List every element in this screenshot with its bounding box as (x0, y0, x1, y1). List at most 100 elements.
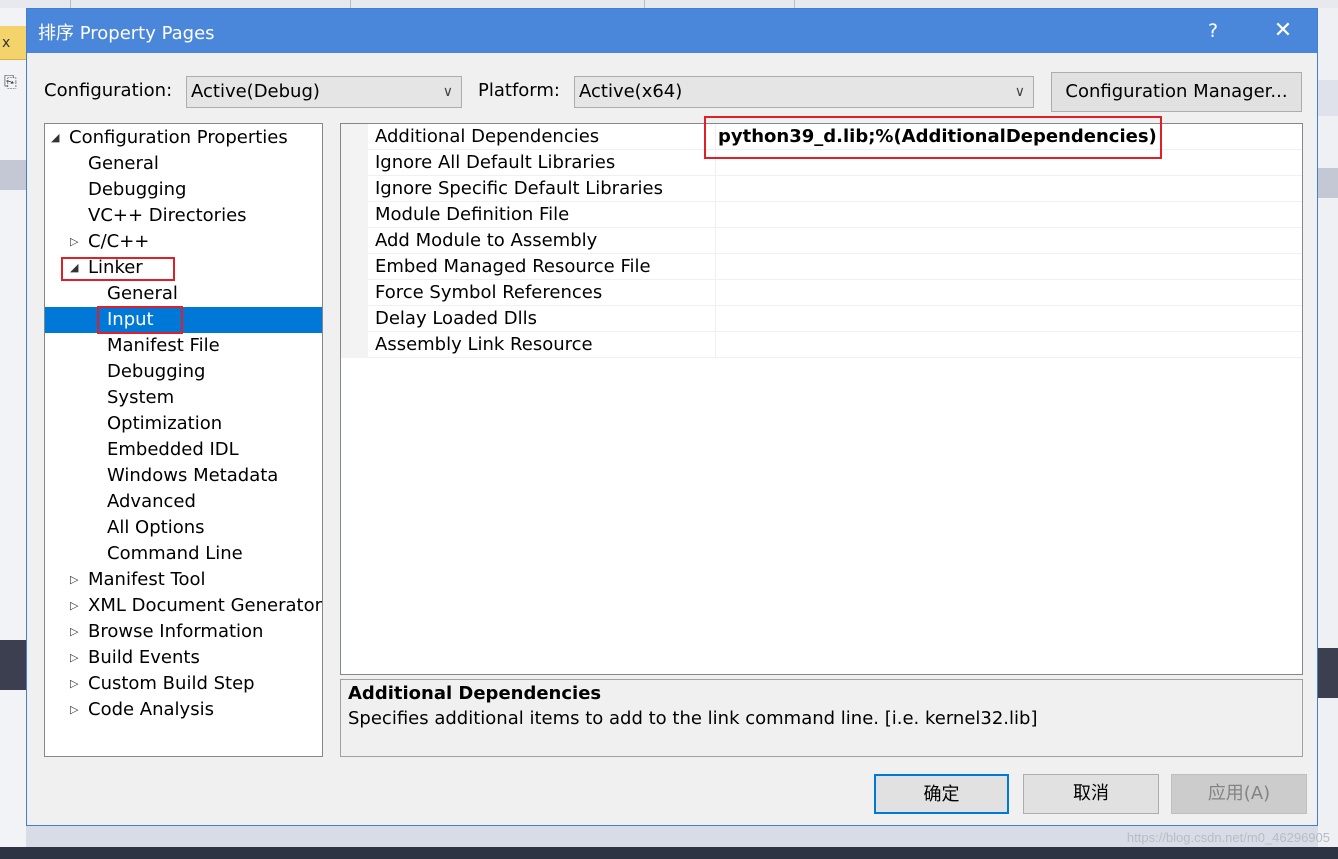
tree-item-embedded-idl[interactable]: Embedded IDL (45, 437, 322, 463)
property-value[interactable] (715, 306, 1302, 332)
ide-band-dark (0, 640, 26, 690)
ide-band (0, 160, 26, 190)
tree-item-build-events[interactable]: ▷ Build Events (45, 645, 322, 671)
tree-item-vc-directories[interactable]: VC++ Directories (45, 203, 322, 229)
configuration-label: Configuration: (44, 80, 173, 101)
property-row[interactable]: Delay Loaded Dlls (341, 306, 1302, 332)
platform-label: Platform: (478, 80, 560, 101)
tree-item-code-analysis[interactable]: ▷ Code Analysis (45, 697, 322, 723)
property-value[interactable] (715, 254, 1302, 280)
tree-item-label: Debugging (88, 179, 187, 200)
tree-item-command-line[interactable]: Command Line (45, 541, 322, 567)
dialog-titlebar[interactable]: 排序 Property Pages ? ✕ (27, 9, 1317, 53)
property-grid[interactable]: Additional Dependencies python39_d.lib;%(… (340, 123, 1303, 675)
platform-value: Active(x64) (579, 81, 683, 102)
configuration-select[interactable]: Active(Debug) ∨ (186, 76, 462, 108)
property-row[interactable]: Force Symbol References (341, 280, 1302, 306)
dialog-title: 排序 Property Pages (38, 23, 215, 44)
tree-item-label: C/C++ (88, 231, 150, 252)
ide-tab[interactable] (794, 0, 873, 8)
input-highlight-box (97, 306, 183, 334)
tree-item-label: Embedded IDL (107, 439, 239, 460)
help-icon[interactable]: ? (1197, 15, 1229, 47)
ide-right-panel (1318, 8, 1338, 848)
ide-tab[interactable] (644, 0, 793, 8)
property-row[interactable]: Add Module to Assembly (341, 228, 1302, 254)
property-tree[interactable]: ◢ Configuration Properties General Debuggin… (44, 123, 323, 757)
collapsed-arrow-icon[interactable]: ▷ (70, 229, 78, 255)
collapsed-arrow-icon[interactable]: ▷ (70, 671, 78, 697)
collapsed-arrow-icon[interactable]: ▷ (70, 593, 78, 619)
property-row[interactable]: Module Definition File (341, 202, 1302, 228)
ide-tab[interactable] (350, 0, 643, 8)
tree-item-custom-build-step[interactable]: ▷ Custom Build Step (45, 671, 322, 697)
row-gutter (341, 280, 368, 306)
tree-item-label: Code Analysis (88, 699, 214, 720)
property-value[interactable] (715, 202, 1302, 228)
ide-active-tab[interactable]: x (0, 26, 26, 60)
property-name: Force Symbol References (375, 282, 603, 303)
tree-item-debugging[interactable]: Debugging (45, 177, 322, 203)
property-row[interactable]: Embed Managed Resource File (341, 254, 1302, 280)
chevron-down-icon: ∨ (1014, 84, 1025, 100)
tree-item-label: VC++ Directories (88, 205, 247, 226)
row-gutter (341, 202, 368, 228)
collapsed-arrow-icon[interactable]: ▷ (70, 567, 78, 593)
ok-button[interactable]: 确定 (874, 774, 1009, 814)
close-icon[interactable]: ✕ (1267, 15, 1299, 47)
tree-item-debugging[interactable]: Debugging (45, 359, 322, 385)
tree-item-label: Optimization (107, 413, 223, 434)
ide-left-panel: x ⎘ (0, 8, 26, 848)
tree-item-label: Custom Build Step (88, 673, 255, 694)
property-name: Ignore All Default Libraries (375, 152, 616, 173)
collapsed-arrow-icon[interactable]: ▷ (70, 697, 78, 723)
property-value[interactable] (715, 228, 1302, 254)
description-text: Specifies additional items to add to the… (348, 708, 1038, 729)
tree-item-xml-document-generator[interactable]: ▷ XML Document Generator (45, 593, 322, 619)
tree-item-system[interactable]: System (45, 385, 322, 411)
tree-item-windows-metadata[interactable]: Windows Metadata (45, 463, 322, 489)
property-value[interactable] (715, 280, 1302, 306)
ide-tab-close-glyph[interactable]: x (2, 35, 10, 51)
tree-item-label: General (88, 153, 159, 174)
tree-item-label: Debugging (107, 361, 206, 382)
tree-item-browse-information[interactable]: ▷ Browse Information (45, 619, 322, 645)
tree-item-c-c[interactable]: ▷ C/C++ (45, 229, 322, 255)
tree-item-label: Browse Information (88, 621, 264, 642)
tree-item-general[interactable]: General (45, 151, 322, 177)
tree-item-optimization[interactable]: Optimization (45, 411, 322, 437)
description-pane: Additional Dependencies Specifies additi… (340, 679, 1303, 757)
tree-item-advanced[interactable]: Advanced (45, 489, 322, 515)
property-name: Additional Dependencies (375, 126, 600, 147)
tree-item-manifest-file[interactable]: Manifest File (45, 333, 322, 359)
property-row[interactable]: Assembly Link Resource (341, 332, 1302, 358)
row-gutter (341, 254, 368, 280)
tree-item-configuration-properties[interactable]: ◢ Configuration Properties (45, 125, 322, 151)
collapsed-arrow-icon[interactable]: ▷ (70, 619, 78, 645)
tree-item-manifest-tool[interactable]: ▷ Manifest Tool (45, 567, 322, 593)
configuration-manager-button[interactable]: Configuration Manager... (1051, 72, 1302, 112)
tree-item-all-options[interactable]: All Options (45, 515, 322, 541)
property-name: Module Definition File (375, 204, 570, 225)
tree-item-label: General (107, 283, 178, 304)
expanded-arrow-icon[interactable]: ◢ (51, 125, 59, 151)
ide-tab[interactable] (70, 0, 349, 8)
property-name: Embed Managed Resource File (375, 256, 651, 277)
row-gutter (341, 332, 368, 358)
tree-item-input[interactable]: Input (45, 307, 322, 333)
platform-select[interactable]: Active(x64) ∨ (574, 76, 1034, 108)
tree-item-label: Manifest Tool (88, 569, 206, 590)
tree-item-general[interactable]: General (45, 281, 322, 307)
property-value[interactable] (715, 176, 1302, 202)
apply-button[interactable]: 应用(A) (1171, 774, 1307, 814)
property-name: Add Module to Assembly (375, 230, 598, 251)
tree-item-label: System (107, 387, 175, 408)
tree-item-label: Advanced (107, 491, 196, 512)
clipboard-icon[interactable]: ⎘ (4, 72, 17, 92)
property-row[interactable]: Ignore Specific Default Libraries (341, 176, 1302, 202)
property-pages-dialog: 排序 Property Pages ? ✕ Configuration: Act… (26, 8, 1318, 826)
property-value[interactable] (715, 332, 1302, 358)
collapsed-arrow-icon[interactable]: ▷ (70, 645, 78, 671)
cancel-button[interactable]: 取消 (1023, 774, 1159, 814)
row-gutter (341, 150, 368, 176)
